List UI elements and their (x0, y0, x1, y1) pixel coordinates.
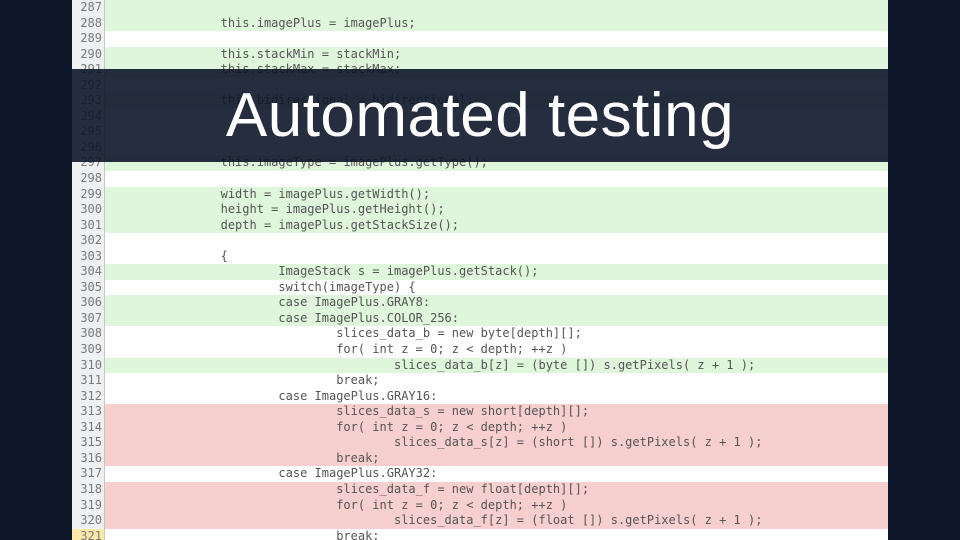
code-row: 315 slices_data_s[z] = (short []) s.getP… (72, 435, 888, 451)
code-row: 300 height = imagePlus.getHeight(); (72, 202, 888, 218)
line-number: 315 (72, 435, 105, 451)
code-row: 319 for( int z = 0; z < depth; ++z ) (72, 498, 888, 514)
line-number: 318 (72, 482, 105, 498)
code-row: 314 for( int z = 0; z < depth; ++z ) (72, 420, 888, 436)
code-text: for( int z = 0; z < depth; ++z ) (105, 342, 888, 358)
code-text: case ImagePlus.GRAY16: (105, 389, 888, 405)
code-text: slices_data_b[z] = (byte []) s.getPixels… (105, 358, 888, 374)
code-text: break; (105, 373, 888, 389)
line-number: 316 (72, 451, 105, 467)
line-number: 319 (72, 498, 105, 514)
code-row: 298 (72, 171, 888, 187)
line-number: 299 (72, 187, 105, 203)
code-row: 320 slices_data_f[z] = (float []) s.getP… (72, 513, 888, 529)
line-number: 302 (72, 233, 105, 249)
line-number: 321 (72, 529, 105, 540)
code-text: case ImagePlus.GRAY32: (105, 466, 888, 482)
code-row: 308 slices_data_b = new byte[depth][]; (72, 326, 888, 342)
code-row: 310 slices_data_b[z] = (byte []) s.getPi… (72, 358, 888, 374)
code-text: switch(imageType) { (105, 280, 888, 296)
line-number: 303 (72, 249, 105, 265)
line-number: 320 (72, 513, 105, 529)
code-row: 304 ImageStack s = imagePlus.getStack(); (72, 264, 888, 280)
line-number: 308 (72, 326, 105, 342)
code-row: 321 break; (72, 529, 888, 540)
line-number: 310 (72, 358, 105, 374)
code-row: 289 (72, 31, 888, 47)
code-row: 317 case ImagePlus.GRAY32: (72, 466, 888, 482)
code-text: this.stackMin = stackMin; (105, 47, 888, 63)
slide-title: Automated testing (226, 80, 734, 151)
code-row: 305 switch(imageType) { (72, 280, 888, 296)
line-number: 300 (72, 202, 105, 218)
code-row: 302 (72, 233, 888, 249)
code-text: width = imagePlus.getWidth(); (105, 187, 888, 203)
line-number: 312 (72, 389, 105, 405)
code-text (105, 233, 888, 249)
code-text: for( int z = 0; z < depth; ++z ) (105, 498, 888, 514)
title-overlay: Automated testing (0, 69, 960, 162)
code-row: 306 case ImagePlus.GRAY8: (72, 295, 888, 311)
line-number: 307 (72, 311, 105, 327)
code-row: 288 this.imagePlus = imagePlus; (72, 16, 888, 32)
code-text (105, 171, 888, 187)
code-row: 318 slices_data_f = new float[depth][]; (72, 482, 888, 498)
slide-stage: 287288 this.imagePlus = imagePlus;289290… (0, 0, 960, 540)
line-number: 287 (72, 0, 105, 16)
code-row: 313 slices_data_s = new short[depth][]; (72, 404, 888, 420)
code-text: this.imagePlus = imagePlus; (105, 16, 888, 32)
code-text: ImageStack s = imagePlus.getStack(); (105, 264, 888, 280)
code-text: { (105, 249, 888, 265)
line-number: 289 (72, 31, 105, 47)
code-text (105, 31, 888, 47)
code-text: case ImagePlus.GRAY8: (105, 295, 888, 311)
code-text: slices_data_f[z] = (float []) s.getPixel… (105, 513, 888, 529)
code-row: 299 width = imagePlus.getWidth(); (72, 187, 888, 203)
code-row: 311 break; (72, 373, 888, 389)
line-number: 304 (72, 264, 105, 280)
code-text: for( int z = 0; z < depth; ++z ) (105, 420, 888, 436)
code-text: slices_data_f = new float[depth][]; (105, 482, 888, 498)
code-text: slices_data_s[z] = (short []) s.getPixel… (105, 435, 888, 451)
line-number: 306 (72, 295, 105, 311)
code-text: break; (105, 451, 888, 467)
code-row: 287 (72, 0, 888, 16)
code-row: 303 { (72, 249, 888, 265)
code-row: 307 case ImagePlus.COLOR_256: (72, 311, 888, 327)
code-row: 316 break; (72, 451, 888, 467)
code-row: 312 case ImagePlus.GRAY16: (72, 389, 888, 405)
line-number: 313 (72, 404, 105, 420)
code-text: slices_data_s = new short[depth][]; (105, 404, 888, 420)
line-number: 288 (72, 16, 105, 32)
code-text: case ImagePlus.COLOR_256: (105, 311, 888, 327)
code-row: 309 for( int z = 0; z < depth; ++z ) (72, 342, 888, 358)
line-number: 309 (72, 342, 105, 358)
code-text (105, 0, 888, 16)
line-number: 290 (72, 47, 105, 63)
code-row: 301 depth = imagePlus.getStackSize(); (72, 218, 888, 234)
code-text: break; (105, 529, 888, 540)
line-number: 311 (72, 373, 105, 389)
line-number: 298 (72, 171, 105, 187)
code-text: depth = imagePlus.getStackSize(); (105, 218, 888, 234)
line-number: 314 (72, 420, 105, 436)
line-number: 301 (72, 218, 105, 234)
line-number: 305 (72, 280, 105, 296)
code-text: slices_data_b = new byte[depth][]; (105, 326, 888, 342)
code-text: height = imagePlus.getHeight(); (105, 202, 888, 218)
line-number: 317 (72, 466, 105, 482)
code-row: 290 this.stackMin = stackMin; (72, 47, 888, 63)
